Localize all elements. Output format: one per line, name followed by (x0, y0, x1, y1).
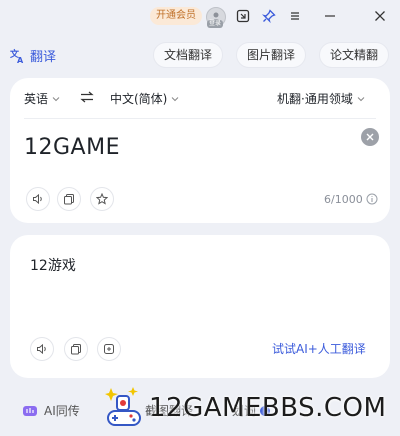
chevron-down-icon (52, 96, 60, 101)
chevron-down-icon (357, 96, 365, 101)
menu-icon[interactable] (287, 8, 303, 24)
ai-interpret-label: AI同传 (44, 404, 80, 418)
engine-label: 机翻·通用领域 (277, 92, 353, 106)
clear-icon[interactable] (361, 128, 379, 146)
speaker-icon[interactable] (30, 337, 54, 361)
chevron-down-icon (172, 96, 179, 101)
target-lang-select[interactable]: 中文(简体) (110, 90, 179, 107)
star-icon[interactable] (90, 187, 114, 211)
divider (24, 118, 376, 119)
copy-icon[interactable] (64, 337, 88, 361)
svg-text:A: A (17, 56, 24, 64)
source-lang-select[interactable]: 英语 (24, 90, 60, 107)
engine-select[interactable]: 机翻·通用领域 (277, 90, 365, 107)
translate-doc-icon[interactable] (97, 337, 121, 361)
pin-icon[interactable] (261, 8, 277, 24)
language-row: 英语 中文(简体) 机翻·通用领域 (24, 90, 376, 110)
doc-translate-button[interactable]: 文档翻译 (153, 42, 224, 68)
info-icon[interactable] (366, 193, 378, 205)
copy-icon[interactable] (57, 187, 81, 211)
char-counter: 6/1000 (324, 193, 363, 206)
ai-human-translate-link[interactable]: 试试AI+人工翻译 (272, 340, 366, 357)
watermark: 12GAMEBBS.COM (105, 384, 395, 432)
ai-interpret-button[interactable]: AI同传 (22, 402, 80, 419)
brand-label: 翻译 (30, 50, 57, 65)
mini-window-icon[interactable] (235, 8, 251, 24)
brand: 文 A 翻译 (10, 46, 57, 66)
vip-button[interactable]: 开通会员 (150, 7, 202, 25)
watermark-text: 12GAMEBBS.COM (149, 393, 387, 423)
source-panel: 英语 中文(简体) 机翻·通用领域 12GAME 6/1000 (10, 78, 390, 223)
result-panel: 12游戏 试试AI+人工翻译 (10, 235, 390, 378)
swap-icon[interactable] (80, 91, 94, 103)
login-label[interactable]: 登录 (207, 20, 224, 28)
gamepad-logo-icon (105, 387, 141, 426)
translate-icon: 文 A (10, 48, 24, 64)
title-bar: 开通会员 登录 (0, 0, 400, 32)
source-lang-label: 英语 (24, 92, 49, 106)
result-text: 12游戏 (30, 258, 76, 274)
image-translate-button[interactable]: 图片翻译 (236, 42, 307, 68)
close-icon[interactable] (372, 8, 388, 24)
target-lang-label: 中文(简体) (110, 92, 168, 106)
minimize-icon[interactable] (322, 8, 338, 24)
ai-interpret-icon (23, 405, 37, 416)
speaker-icon[interactable] (26, 187, 50, 211)
toolbar: 文 A 翻译 文档翻译 图片翻译 论文精翻 (0, 38, 400, 72)
source-input[interactable]: 12GAME (24, 135, 120, 160)
paper-polish-button[interactable]: 论文精翻 (319, 42, 390, 68)
